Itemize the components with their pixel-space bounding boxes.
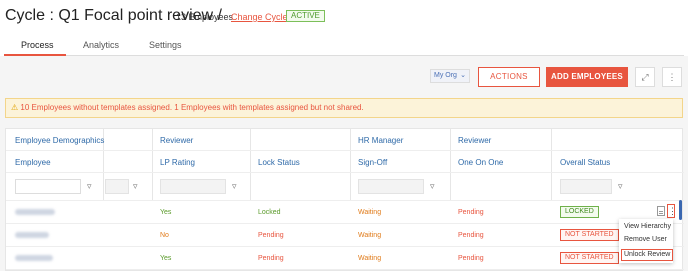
lp-rating-filter-input[interactable] bbox=[160, 179, 226, 194]
document-icon[interactable] bbox=[657, 206, 665, 216]
column-header-lock-status[interactable]: Lock Status bbox=[258, 153, 300, 173]
employee-name-redacted bbox=[15, 209, 55, 215]
employee-name-redacted bbox=[15, 255, 53, 261]
group-header-reviewer-2: Reviewer bbox=[458, 136, 492, 145]
lp-rating-cell: No bbox=[160, 232, 169, 239]
menu-item-remove-user[interactable]: Remove User bbox=[624, 236, 667, 243]
sign-off-cell: Waiting bbox=[358, 232, 382, 239]
table-row[interactable]: Yes Pending Waiting Pending NOT STARTED bbox=[6, 247, 684, 270]
lock-status-cell: Pending bbox=[258, 255, 284, 262]
overall-status-badge: LOCKED bbox=[560, 206, 599, 218]
one-on-one-cell: Pending bbox=[458, 232, 484, 239]
menu-item-unlock-review[interactable]: Unlock Review bbox=[621, 249, 673, 261]
overall-status-badge: NOT STARTED bbox=[560, 252, 619, 264]
table-row[interactable]: No Pending Waiting Pending NOT STARTED bbox=[6, 224, 684, 247]
employee-name-redacted bbox=[15, 232, 49, 238]
page-header: Cycle : Q1 Focal point review / 13 Emplo… bbox=[0, 0, 688, 34]
org-select[interactable]: My Org ⌄ bbox=[430, 69, 470, 83]
lock-status-cell: Locked bbox=[258, 209, 281, 216]
employee-filter-input[interactable] bbox=[15, 179, 81, 194]
employees-count: 13 Employees bbox=[176, 12, 234, 22]
column-header-sign-off[interactable]: Sign-Off bbox=[358, 153, 387, 173]
warning-text: 10 Employees without templates assigned.… bbox=[20, 103, 364, 112]
column-header-lp-rating[interactable]: LP Rating bbox=[160, 153, 195, 173]
warning-banner: ⚠ 10 Employees without templates assigne… bbox=[5, 98, 683, 118]
row-actions-button[interactable]: ⋮ bbox=[667, 204, 677, 218]
filter-input[interactable] bbox=[105, 179, 129, 194]
lp-rating-cell: Yes bbox=[160, 209, 172, 216]
tab-settings[interactable]: Settings bbox=[149, 40, 182, 50]
sign-off-cell: Waiting bbox=[358, 209, 382, 216]
column-header-row: Employee LP Rating Lock Status Sign-Off … bbox=[6, 153, 684, 173]
column-header-overall-status[interactable]: Overall Status bbox=[560, 153, 610, 173]
change-cycle-link[interactable]: Change Cycle bbox=[231, 12, 288, 22]
tab-bar: Process Analytics Settings bbox=[4, 34, 684, 56]
tab-process[interactable]: Process bbox=[21, 40, 54, 50]
chevron-down-icon: ⌄ bbox=[460, 72, 466, 79]
group-header-hr-manager: HR Manager bbox=[358, 136, 404, 145]
add-employees-button[interactable]: ADD EMPLOYEES bbox=[546, 67, 628, 87]
employee-table: Employee Demographics Reviewer HR Manage… bbox=[5, 128, 684, 271]
one-on-one-cell: Pending bbox=[458, 209, 484, 216]
table-row[interactable]: Yes Locked Waiting Pending LOCKED bbox=[6, 201, 684, 224]
column-header-employee[interactable]: Employee bbox=[15, 153, 51, 173]
more-vertical-icon[interactable]: ⋮ bbox=[662, 67, 682, 87]
status-badge: ACTIVE bbox=[286, 10, 325, 22]
filter-icon[interactable]: ▿ bbox=[133, 181, 143, 191]
expand-icon[interactable]: ⤢ bbox=[635, 67, 655, 87]
org-select-label: My Org bbox=[434, 72, 457, 79]
scrollbar[interactable] bbox=[679, 200, 682, 220]
sign-off-cell: Waiting bbox=[358, 255, 382, 262]
lock-status-cell: Pending bbox=[258, 232, 284, 239]
tab-analytics[interactable]: Analytics bbox=[83, 40, 119, 50]
group-header-demographics: Employee Demographics bbox=[15, 136, 105, 145]
row-context-menu: View Hierarchy Remove User Unlock Review bbox=[619, 219, 673, 263]
warning-icon: ⚠ bbox=[11, 103, 19, 112]
sign-off-filter-input[interactable] bbox=[358, 179, 424, 194]
filter-row: ▿ ▿ ▿ ▿ ▿ bbox=[6, 173, 684, 201]
lp-rating-cell: Yes bbox=[160, 255, 172, 262]
group-header-row: Employee Demographics Reviewer HR Manage… bbox=[6, 131, 684, 151]
column-header-one-on-one[interactable]: One On One bbox=[458, 153, 503, 173]
menu-item-view-hierarchy[interactable]: View Hierarchy bbox=[624, 223, 671, 230]
filter-icon[interactable]: ▿ bbox=[618, 181, 628, 191]
filter-icon[interactable]: ▿ bbox=[87, 181, 97, 191]
filter-icon[interactable]: ▿ bbox=[232, 181, 242, 191]
group-header-reviewer: Reviewer bbox=[160, 136, 194, 145]
actions-button[interactable]: ACTIONS bbox=[478, 67, 540, 87]
overall-status-filter-input[interactable] bbox=[560, 179, 612, 194]
overall-status-badge: NOT STARTED bbox=[560, 229, 619, 241]
filter-icon[interactable]: ▿ bbox=[430, 181, 440, 191]
one-on-one-cell: Pending bbox=[458, 255, 484, 262]
